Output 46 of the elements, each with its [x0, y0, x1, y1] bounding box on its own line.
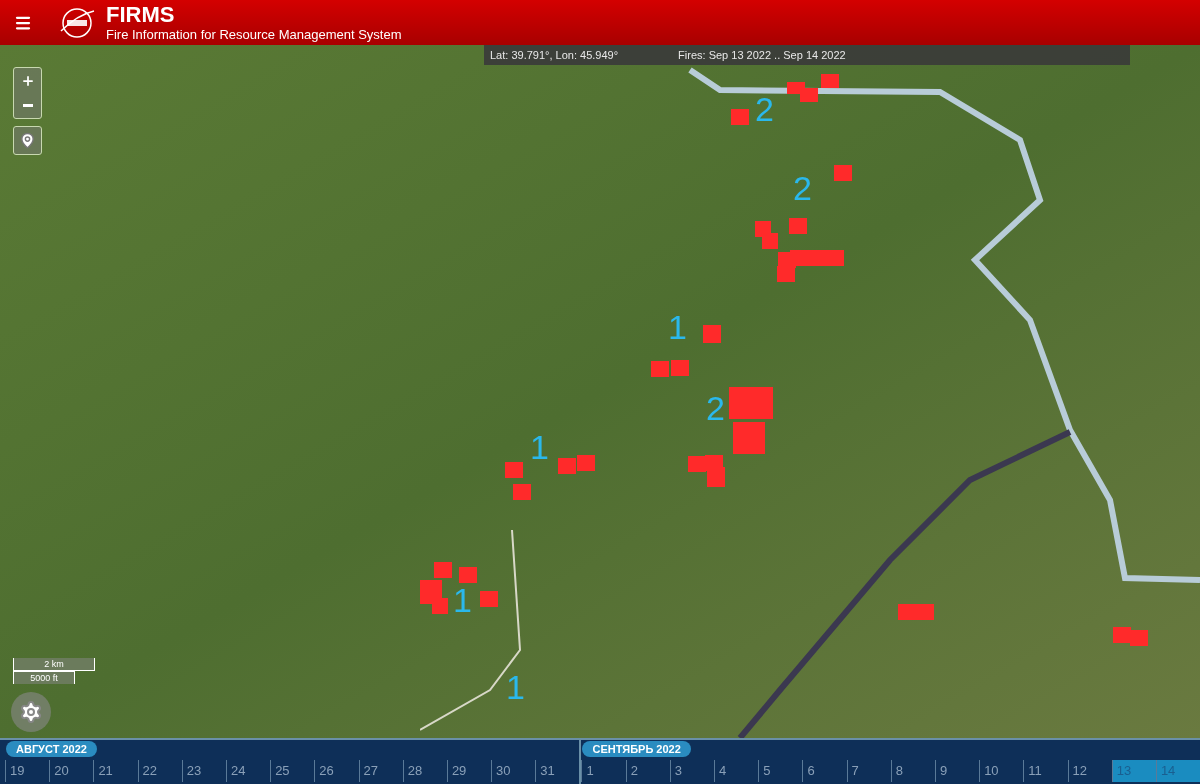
day-cell[interactable]: 7: [846, 760, 891, 782]
minus-icon: [22, 104, 33, 107]
app-title: FIRMS: [106, 4, 176, 26]
day-cell[interactable]: 5: [758, 760, 803, 782]
day-cell[interactable]: 1: [581, 760, 626, 782]
map-label: 1: [668, 310, 687, 344]
day-cell[interactable]: 28: [402, 760, 447, 782]
map-label: 1: [453, 583, 472, 617]
day-cell[interactable]: 21: [93, 760, 138, 782]
map-label: 2: [706, 391, 725, 425]
day-cell[interactable]: 20: [49, 760, 94, 782]
day-cell[interactable]: 26: [314, 760, 359, 782]
day-cell[interactable]: 12: [1067, 760, 1112, 782]
day-cell[interactable]: 3: [669, 760, 714, 782]
month-label: СЕНТЯБРЬ 2022: [582, 741, 691, 757]
map-label: 2: [755, 92, 774, 126]
map-pin-icon: [19, 132, 36, 149]
coordinates-text: Lat: 39.791°, Lon: 45.949°: [490, 47, 619, 63]
day-cell[interactable]: 27: [358, 760, 403, 782]
month-label: АВГУСТ 2022: [6, 741, 97, 757]
day-cell[interactable]: 25: [270, 760, 315, 782]
day-cell[interactable]: 2: [625, 760, 670, 782]
settings-icon: [19, 700, 43, 724]
day-cell[interactable]: 4: [714, 760, 759, 782]
location-button[interactable]: [13, 126, 42, 155]
plus-icon: [20, 73, 35, 88]
app-subtitle: Fire Information for Resource Management System: [106, 28, 402, 41]
day-cell[interactable]: 6: [802, 760, 847, 782]
day-cell[interactable]: 11: [1023, 760, 1068, 782]
settings-button[interactable]: [11, 692, 51, 732]
scale-imperial: 5000 ft: [13, 671, 75, 684]
fires-date-range: Fires: Sep 13 2022 .. Sep 14 2022: [678, 47, 846, 63]
map-label: 2: [793, 171, 812, 205]
day-cell[interactable]: 19: [5, 760, 50, 782]
map-label: 1: [506, 670, 525, 704]
day-cell[interactable]: 22: [137, 760, 182, 782]
day-cell[interactable]: 24: [225, 760, 271, 782]
map-label: 1: [530, 430, 549, 464]
day-cell[interactable]: 8: [890, 760, 935, 782]
day-cell[interactable]: 31: [535, 760, 580, 782]
day-cell[interactable]: 30: [491, 760, 536, 782]
day-cell[interactable]: 29: [446, 760, 492, 782]
day-cell[interactable]: 23: [181, 760, 226, 782]
day-cell[interactable]: 9: [934, 760, 980, 782]
scale-metric: 2 km: [13, 658, 95, 671]
day-cell[interactable]: 10: [979, 760, 1024, 782]
